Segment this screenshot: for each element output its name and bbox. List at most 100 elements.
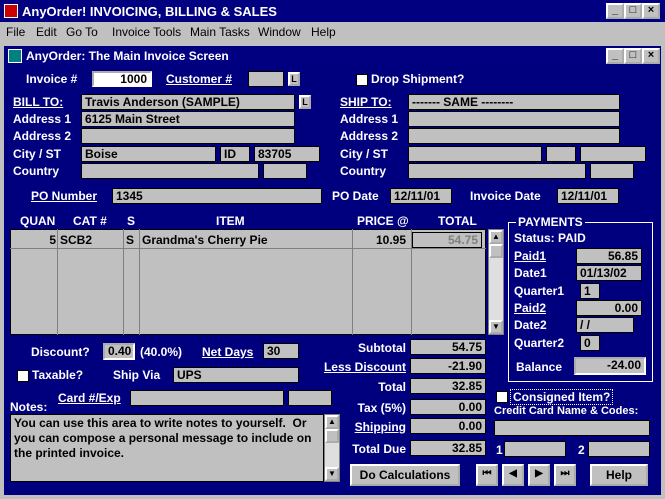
quarter1-field[interactable]: 1	[580, 283, 600, 299]
bill-addr2-label: Address 2	[13, 129, 72, 143]
quarter1-label: Quarter1	[514, 284, 565, 298]
ship-zip-field[interactable]	[580, 146, 646, 162]
row-quan: 5	[49, 233, 56, 247]
scroll-thumb[interactable]	[489, 244, 503, 258]
bill-addr1-label: Address 1	[13, 112, 72, 126]
invoice-date-field[interactable]: 12/11/01	[557, 188, 619, 204]
paid1-label: Paid1	[514, 249, 547, 263]
taxable-checkbox[interactable]	[17, 370, 29, 382]
customer-lookup-button[interactable]: L	[288, 72, 300, 86]
scroll-down-icon[interactable]: ▼	[489, 320, 503, 334]
bill-to-lookup-button[interactable]: L	[299, 95, 311, 109]
next-record-icon[interactable]: ▶	[528, 464, 550, 486]
maximize-icon[interactable]: □	[624, 3, 642, 19]
consigned-label: Consigned Item?	[510, 389, 614, 405]
menu-window[interactable]: Window	[258, 25, 301, 39]
col-total-header: TOTAL	[438, 214, 477, 228]
date1-field[interactable]: 01/13/02	[576, 265, 642, 281]
notes-textarea[interactable]: You can use this area to write notes to …	[10, 414, 324, 482]
date1-label: Date1	[514, 266, 547, 280]
bill-addr2-field[interactable]	[81, 128, 295, 144]
menu-file[interactable]: File	[6, 25, 25, 39]
ship-country-field[interactable]	[408, 163, 586, 179]
window-close-icon[interactable]: ×	[642, 48, 660, 64]
code2-field[interactable]	[588, 441, 650, 457]
subtotal-field: 54.75	[410, 339, 486, 355]
close-icon[interactable]: ×	[642, 3, 660, 19]
invoice-number-label: Invoice #	[26, 72, 78, 86]
bill-country-code-field[interactable]	[263, 163, 307, 179]
do-calculations-button[interactable]: Do Calculations	[350, 464, 460, 486]
items-scrollbar[interactable]: ▲ ▼	[488, 229, 504, 335]
grid-row-divider	[10, 248, 486, 249]
credit-card-name-field[interactable]	[494, 420, 650, 436]
window-maximize-icon[interactable]: □	[624, 48, 642, 64]
notes-scroll-thumb[interactable]	[325, 429, 339, 443]
row-s: S	[126, 233, 135, 247]
minimize-icon[interactable]: _	[606, 3, 624, 19]
help-button[interactable]: Help	[590, 464, 648, 486]
col-cat-header: CAT #	[73, 214, 107, 228]
bill-addr1-field[interactable]: 6125 Main Street	[81, 111, 295, 127]
ship-country-code-field[interactable]	[590, 163, 634, 179]
paid2-label: Paid2	[514, 301, 547, 315]
card-number-field[interactable]	[130, 390, 284, 406]
menu-edit[interactable]: Edit	[36, 25, 57, 39]
po-date-field[interactable]: 12/11/01	[390, 188, 452, 204]
invoice-number-field[interactable]: 1000	[92, 71, 152, 87]
ship-addr1-field[interactable]	[408, 111, 620, 127]
shipping-field[interactable]: 0.00	[410, 418, 486, 434]
menu-goto[interactable]: Go To	[66, 25, 98, 39]
code1-field[interactable]	[504, 441, 566, 457]
card-exp-field[interactable]	[288, 390, 332, 406]
col-quan-header: QUAN	[20, 214, 56, 228]
customer-number-label: Customer #	[166, 72, 233, 86]
menu-help[interactable]: Help	[311, 25, 336, 39]
bill-state-field[interactable]: ID	[220, 146, 250, 162]
discount-label: Discount?	[31, 345, 90, 359]
bill-to-name-field[interactable]: Travis Anderson (SAMPLE)	[81, 94, 295, 110]
scroll-up-icon[interactable]: ▲	[489, 230, 503, 244]
po-number-field[interactable]: 1345	[112, 188, 322, 204]
previous-record-icon[interactable]: ◀	[502, 464, 524, 486]
ship-addr2-label: Address 2	[340, 129, 399, 143]
bill-zip-field[interactable]: 83705	[254, 146, 320, 162]
row-price: 10.95	[375, 233, 406, 247]
last-record-icon[interactable]: ⏭	[554, 464, 576, 486]
ship-state-field[interactable]	[546, 146, 576, 162]
ship-city-field[interactable]	[408, 146, 542, 162]
ship-addr1-label: Address 1	[340, 112, 399, 126]
date2-label: Date2	[514, 318, 547, 332]
date2-field[interactable]: / /	[576, 317, 634, 333]
bill-to-label: BILL TO:	[13, 95, 64, 109]
menu-invoice-tools[interactable]: Invoice Tools	[112, 25, 181, 39]
window-minimize-icon[interactable]: _	[606, 48, 624, 64]
quarter2-field[interactable]: 0	[580, 335, 600, 351]
first-record-icon[interactable]: ⏮	[476, 464, 498, 486]
menu-main-tasks[interactable]: Main Tasks	[190, 25, 250, 39]
ship-to-name-field[interactable]: ------- SAME --------	[408, 94, 620, 110]
ship-city-label: City / ST	[340, 147, 389, 161]
discount-field[interactable]: 0.40	[103, 343, 135, 360]
notes-scroll-down-icon[interactable]: ▼	[325, 467, 339, 481]
notes-scroll-up-icon[interactable]: ▲	[325, 415, 339, 429]
less-discount-label: Less Discount	[323, 360, 406, 374]
notes-label: Notes:	[10, 400, 48, 414]
customer-number-field[interactable]	[248, 71, 284, 87]
row-item: Grandma's Cherry Pie	[142, 233, 268, 247]
payment-status: Status: PAID	[514, 231, 586, 245]
net-days-field[interactable]: 30	[263, 343, 299, 359]
po-date-label: PO Date	[332, 189, 379, 203]
bill-city-field[interactable]: Boise	[81, 146, 216, 162]
drop-shipment-checkbox[interactable]	[356, 74, 368, 86]
bill-city-label: City / ST	[13, 147, 62, 161]
balance-field: -24.00	[574, 357, 646, 375]
ship-addr2-field[interactable]	[408, 128, 620, 144]
table-row[interactable]: 5 SCB2 S Grandma's Cherry Pie 10.95 54.7…	[10, 232, 486, 248]
bill-country-field[interactable]	[81, 163, 259, 179]
window-icon	[8, 49, 22, 63]
consigned-checkbox[interactable]	[496, 391, 508, 403]
paid1-field[interactable]: 56.85	[576, 248, 642, 264]
ship-via-field[interactable]: UPS	[173, 367, 299, 383]
paid2-field[interactable]: 0.00	[576, 300, 642, 316]
